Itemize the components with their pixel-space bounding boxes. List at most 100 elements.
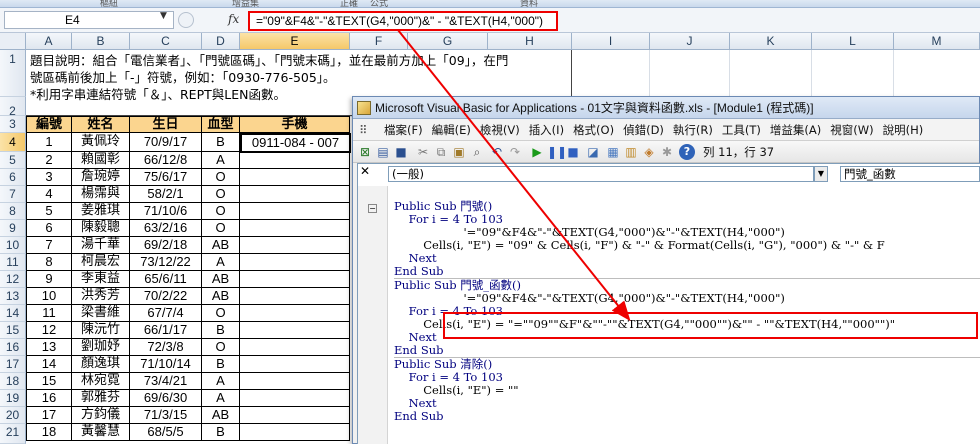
cell-name[interactable]: 賴國彰 — [72, 152, 130, 169]
properties-icon[interactable]: ▥ — [623, 144, 639, 160]
cell-name[interactable]: 劉珈妤 — [72, 339, 130, 356]
object-browser-icon[interactable]: ◈ — [641, 144, 657, 160]
copy-icon[interactable]: ⧉ — [433, 144, 449, 160]
procedure-combo[interactable]: 門號_函數 — [840, 166, 980, 182]
cell-mobile[interactable] — [240, 254, 350, 271]
menu-tools[interactable]: 工具(T) — [722, 119, 761, 141]
column-header-l[interactable]: L — [812, 33, 894, 50]
excel-view-icon[interactable]: ⊠ — [357, 144, 373, 160]
column-header-h[interactable]: H — [488, 33, 572, 50]
cell-name[interactable]: 姜雅琪 — [72, 203, 130, 220]
row-header-5[interactable]: 5 — [0, 152, 26, 169]
project-explorer-icon[interactable]: ▦ — [605, 144, 621, 160]
cell-birthday[interactable]: 66/1/17 — [130, 322, 202, 339]
cell-id[interactable]: 12 — [26, 322, 72, 339]
insert-module-icon[interactable]: ▤ — [375, 144, 391, 160]
stop-icon[interactable]: ■ — [565, 144, 581, 160]
cell-mobile[interactable] — [240, 220, 350, 237]
cut-icon[interactable]: ✂ — [415, 144, 431, 160]
column-header-m[interactable]: M — [894, 33, 980, 50]
cell-birthday[interactable]: 58/2/1 — [130, 186, 202, 203]
cell-name[interactable]: 楊霈與 — [72, 186, 130, 203]
cell-birthday[interactable]: 73/4/21 — [130, 373, 202, 390]
cell-name[interactable]: 陳沅竹 — [72, 322, 130, 339]
toolbox-icon[interactable]: ✱ — [659, 144, 675, 160]
cell-blood-type[interactable]: B — [202, 322, 240, 339]
row-header-1[interactable]: 1 — [0, 50, 26, 97]
row-header-8[interactable]: 8 — [0, 203, 26, 220]
cell-id[interactable]: 17 — [26, 407, 72, 424]
save-icon[interactable]: ■ — [393, 144, 409, 160]
cell-blood-type[interactable]: B — [202, 424, 240, 441]
cell-blood-type[interactable]: AB — [202, 288, 240, 305]
row-header-10[interactable]: 10 — [0, 237, 26, 254]
menu-debug[interactable]: 偵錯(D) — [623, 119, 664, 141]
cell-birthday[interactable]: 71/10/6 — [130, 203, 202, 220]
cell-birthday[interactable]: 75/6/17 — [130, 169, 202, 186]
menu-insert[interactable]: 插入(I) — [529, 119, 564, 141]
cell-name[interactable]: 李東益 — [72, 271, 130, 288]
cell-blood-type[interactable]: O — [202, 203, 240, 220]
cell-name[interactable]: 方鈞儀 — [72, 407, 130, 424]
cell-birthday[interactable]: 68/5/5 — [130, 424, 202, 441]
cell-name[interactable]: 詹琬婷 — [72, 169, 130, 186]
menu-run[interactable]: 執行(R) — [673, 119, 713, 141]
cell-mobile[interactable] — [240, 203, 350, 220]
cell-blood-type[interactable]: O — [202, 220, 240, 237]
cell-birthday[interactable]: 66/12/8 — [130, 152, 202, 169]
cell-id[interactable]: 1 — [26, 133, 72, 152]
cell-mobile[interactable] — [240, 288, 350, 305]
cell-mobile[interactable] — [240, 237, 350, 254]
cell-birthday[interactable]: 69/6/30 — [130, 390, 202, 407]
cell-mobile[interactable] — [240, 339, 350, 356]
cell-mobile[interactable] — [240, 424, 350, 441]
row-header-3[interactable]: 3 — [0, 116, 26, 133]
cell-mobile[interactable] — [240, 186, 350, 203]
cell-id[interactable]: 16 — [26, 390, 72, 407]
menu-edit[interactable]: 編輯(E) — [432, 119, 471, 141]
design-mode-icon[interactable]: ◪ — [585, 144, 601, 160]
cell-birthday[interactable]: 65/6/11 — [130, 271, 202, 288]
column-header-g[interactable]: G — [408, 33, 488, 50]
row-header-17[interactable]: 17 — [0, 356, 26, 373]
row-header-13[interactable]: 13 — [0, 288, 26, 305]
row-header-21[interactable]: 21 — [0, 424, 26, 444]
chevron-down-icon[interactable]: ▼ — [814, 166, 828, 182]
cell-id[interactable]: 5 — [26, 203, 72, 220]
cell-mobile[interactable] — [240, 373, 350, 390]
cell-id[interactable]: 11 — [26, 305, 72, 322]
row-header-6[interactable]: 6 — [0, 169, 26, 186]
procedure-view-icon[interactable]: − — [368, 204, 377, 213]
cell-blood-type[interactable]: AB — [202, 237, 240, 254]
cell-blood-type[interactable]: O — [202, 186, 240, 203]
row-header-7[interactable]: 7 — [0, 186, 26, 203]
cell-blood-type[interactable]: B — [202, 356, 240, 373]
menu-window[interactable]: 視窗(W) — [830, 119, 873, 141]
cell-mobile[interactable] — [240, 305, 350, 322]
table-header-name[interactable]: 姓名 — [72, 116, 130, 133]
column-header-a[interactable]: A — [26, 33, 72, 50]
menu-help[interactable]: 說明(H) — [883, 119, 924, 141]
cell-blood-type[interactable]: O — [202, 169, 240, 186]
redo-icon[interactable]: ↷ — [507, 144, 523, 160]
cell-birthday[interactable]: 71/3/15 — [130, 407, 202, 424]
cell-id[interactable]: 2 — [26, 152, 72, 169]
menu-format[interactable]: 格式(O) — [573, 119, 614, 141]
cell-mobile[interactable] — [240, 169, 350, 186]
column-header-c[interactable]: C — [130, 33, 202, 50]
vba-title-bar[interactable]: Microsoft Visual Basic for Applications … — [353, 97, 979, 119]
cell-mobile[interactable] — [240, 322, 350, 339]
row-header-19[interactable]: 19 — [0, 390, 26, 407]
table-header-birthday[interactable]: 生日 — [130, 116, 202, 133]
run-icon[interactable]: ▶ — [529, 144, 545, 160]
cell-id[interactable]: 4 — [26, 186, 72, 203]
row-header-16[interactable]: 16 — [0, 339, 26, 356]
cell-id[interactable]: 10 — [26, 288, 72, 305]
cell-id[interactable]: 3 — [26, 169, 72, 186]
cell-birthday[interactable]: 71/10/14 — [130, 356, 202, 373]
column-header-f[interactable]: F — [350, 33, 408, 50]
object-combo[interactable]: (一般) — [388, 166, 814, 182]
column-header-e[interactable]: E — [240, 33, 350, 50]
cell-name[interactable]: 梁書維 — [72, 305, 130, 322]
cell-mobile[interactable] — [240, 356, 350, 373]
